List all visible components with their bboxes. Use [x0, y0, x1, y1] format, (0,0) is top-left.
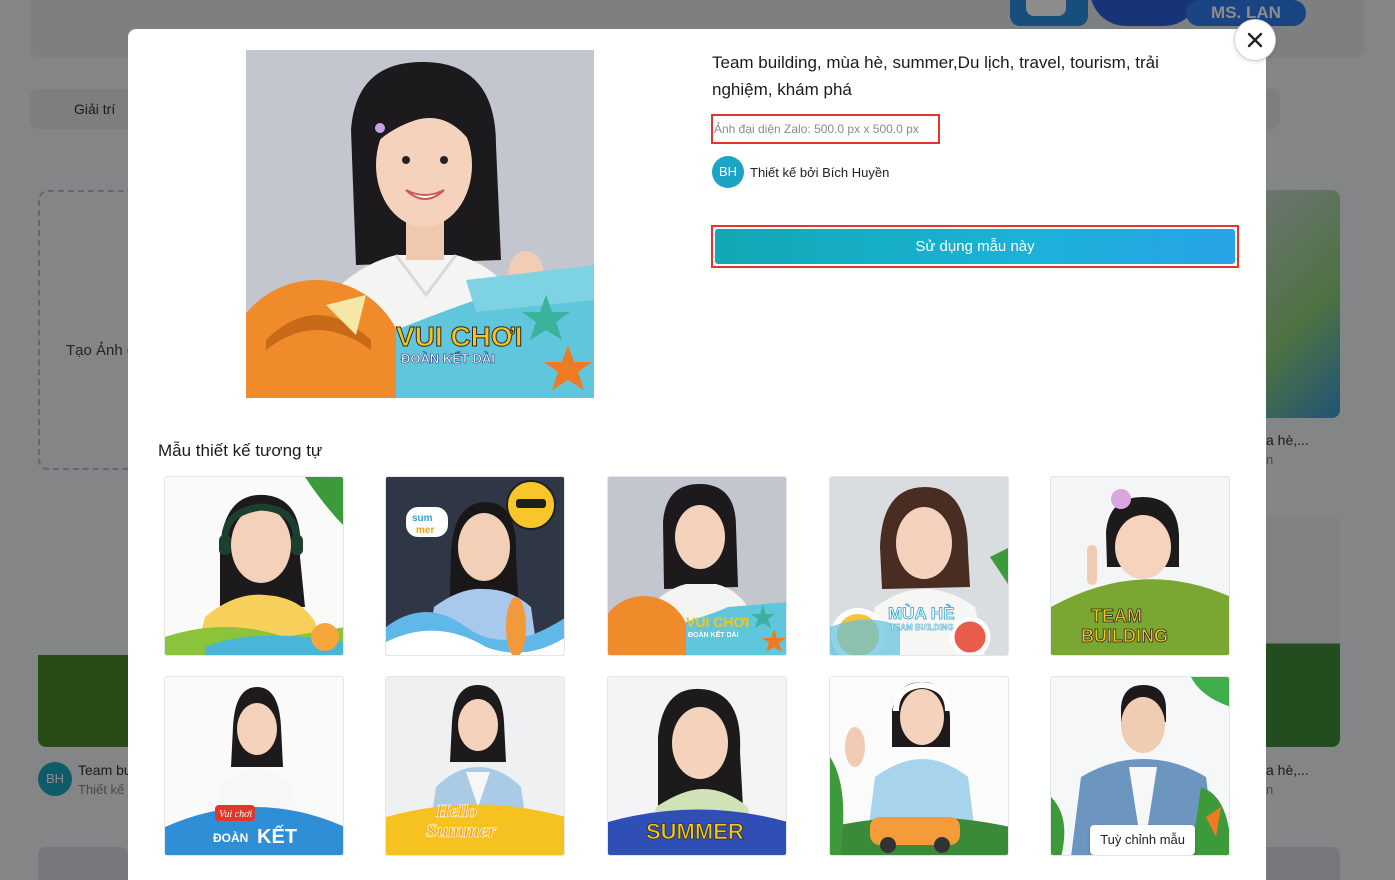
similar-section-title: Mẫu thiết kế tương tự — [158, 441, 323, 460]
close-button[interactable] — [1234, 19, 1276, 61]
template-thumbnail: SUMMER — [608, 677, 786, 855]
template-thumbnail — [165, 477, 343, 655]
template-detail-modal: VUI CHƠI ĐOÀN KẾT DÀI Team building, mùa… — [128, 29, 1266, 880]
template-thumbnail: TEAM BUILDING — [1051, 477, 1229, 655]
svg-text:TEAM BUILDING: TEAM BUILDING — [890, 623, 954, 632]
similar-template-card[interactable]: SUMMER — [607, 676, 787, 856]
svg-text:KẾT: KẾT — [257, 825, 297, 848]
template-thumbnail: sum mer — [386, 477, 564, 655]
svg-text:SUMMER: SUMMER — [646, 819, 744, 844]
svg-text:VUI CHƠI: VUI CHƠI — [686, 614, 749, 630]
svg-text:Vui chơi: Vui chơi — [219, 809, 252, 820]
similar-template-card[interactable]: Hello Summer — [385, 676, 565, 856]
svg-text:BUILDING: BUILDING — [1081, 626, 1168, 646]
svg-text:TEAM: TEAM — [1091, 606, 1142, 626]
close-icon — [1247, 32, 1263, 48]
similar-template-card[interactable]: Vui chơi ĐOÀN KẾT — [164, 676, 344, 856]
svg-text:Hello: Hello — [435, 801, 477, 821]
template-title: Team building, mùa hè, summer,Du lịch, t… — [712, 53, 1159, 99]
template-preview-image: VUI CHƠI ĐOÀN KẾT DÀI — [246, 50, 594, 398]
preview-text-line2: ĐOÀN KẾT DÀI — [401, 351, 495, 366]
similar-template-card[interactable]: MÙA HÈ TEAM BUILDING — [829, 476, 1009, 656]
svg-text:MÙA HÈ: MÙA HÈ — [888, 604, 954, 623]
template-thumbnail — [830, 677, 1008, 855]
similar-template-card[interactable] — [164, 476, 344, 656]
svg-text:ĐOÀN: ĐOÀN — [213, 830, 248, 845]
similar-template-card[interactable]: VUI CHƠI ĐOÀN KẾT DÀI — [607, 476, 787, 656]
similar-template-card[interactable]: TEAM BUILDING — [1050, 476, 1230, 656]
similar-template-card[interactable] — [829, 676, 1009, 856]
svg-text:Summer: Summer — [426, 820, 496, 842]
svg-text:mer: mer — [416, 525, 434, 536]
use-template-highlight: Sử dụng mẫu này — [711, 225, 1239, 268]
template-thumbnail: Vui chơi ĐOÀN KẾT — [165, 677, 343, 855]
template-thumbnail: MÙA HÈ TEAM BUILDING — [830, 477, 1008, 655]
similar-template-card[interactable]: Tuỳ chỉnh mẫu — [1050, 676, 1230, 856]
svg-text:sum: sum — [412, 513, 433, 524]
avatar: BH — [712, 156, 744, 188]
designer-name: Thiết kế bởi Bích Huyền — [750, 164, 890, 180]
portrait-illustration: VUI CHƠI ĐOÀN KẾT DÀI — [246, 50, 594, 398]
preview-text-line1: VUI CHƠI — [396, 321, 523, 352]
customize-template-button[interactable]: Tuỳ chỉnh mẫu — [1090, 825, 1195, 855]
template-thumbnail: VUI CHƠI ĐOÀN KẾT DÀI — [608, 477, 786, 655]
designer-info: BH Thiết kế bởi Bích Huyền — [712, 156, 889, 188]
template-size-info: Ảnh đại diện Zalo: 500.0 px x 500.0 px — [711, 114, 940, 144]
use-template-button[interactable]: Sử dụng mẫu này — [715, 229, 1235, 264]
similar-template-card[interactable]: sum mer — [385, 476, 565, 656]
template-thumbnail: Hello Summer — [386, 677, 564, 855]
